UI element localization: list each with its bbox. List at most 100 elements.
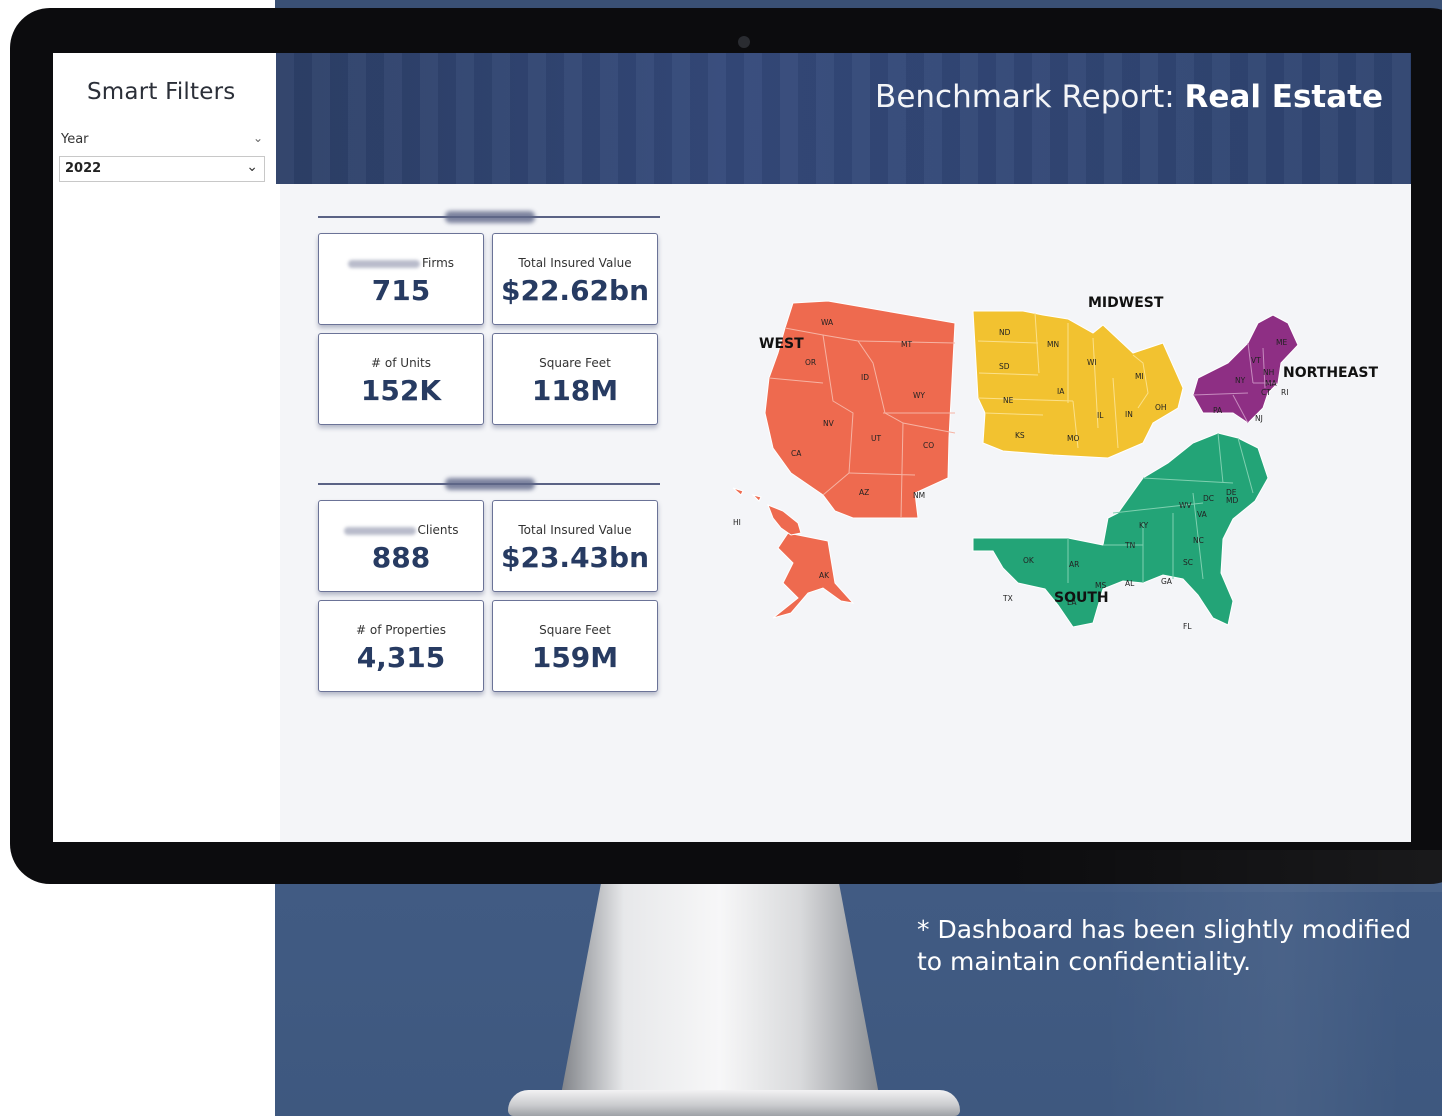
svg-text:MI: MI: [1135, 372, 1144, 381]
kpi-label: Total Insured Value: [518, 256, 632, 270]
kpi-value: $23.43bn: [500, 541, 650, 574]
kpi-label: Clients: [319, 523, 483, 537]
kpi-value: 152K: [360, 374, 442, 407]
page-title: Benchmark Report: Real Estate: [875, 79, 1383, 115]
svg-text:NH: NH: [1263, 368, 1274, 377]
svg-text:AZ: AZ: [859, 488, 869, 497]
svg-text:NY: NY: [1235, 376, 1246, 385]
svg-text:HI: HI: [733, 518, 741, 527]
svg-text:IL: IL: [1097, 411, 1104, 420]
kpi-value: 888: [371, 541, 431, 574]
svg-text:WY: WY: [913, 391, 925, 400]
region-midwest[interactable]: ND SD NE KS MN IA MO WI IL MI IN OH: [972, 310, 1184, 459]
svg-text:KS: KS: [1015, 431, 1025, 440]
svg-text:MS: MS: [1095, 581, 1106, 590]
kpi-value: $22.62bn: [500, 274, 650, 307]
kpi-card-clients: Clients 888: [318, 500, 484, 592]
kpi-card-properties: # of Properties 4,315: [318, 600, 484, 692]
kpi-label: # of Properties: [356, 623, 446, 637]
svg-text:NE: NE: [1003, 396, 1014, 405]
year-filter-label: Year: [61, 132, 89, 147]
svg-text:SC: SC: [1183, 558, 1193, 567]
svg-text:PA: PA: [1213, 406, 1223, 415]
disclaimer-text: * Dashboard has been slightly modified t…: [917, 915, 1412, 976]
svg-text:MD: MD: [1226, 496, 1238, 505]
redacted-text: [343, 526, 416, 535]
svg-text:AL: AL: [1125, 579, 1135, 588]
chevron-down-icon[interactable]: ⌄: [253, 131, 263, 145]
kpi-card-total-insured-value: Total Insured Value $23.43bn: [492, 500, 658, 592]
svg-text:IA: IA: [1057, 387, 1065, 396]
svg-text:IN: IN: [1125, 410, 1133, 419]
svg-text:MN: MN: [1047, 340, 1059, 349]
svg-text:MO: MO: [1067, 434, 1079, 443]
monitor-shine: [1000, 850, 1442, 892]
svg-text:OK: OK: [1023, 556, 1035, 565]
svg-text:TN: TN: [1124, 541, 1135, 550]
page-title-prefix: Benchmark Report:: [875, 79, 1185, 115]
header-banner: Benchmark Report: Real Estate: [276, 53, 1411, 184]
us-regions-map[interactable]: WA OR CA MT ID WY NV UT CO AZ NM AK HI N…: [673, 283, 1411, 643]
svg-text:AR: AR: [1069, 560, 1079, 569]
kpi-card-firms: Firms 715: [318, 233, 484, 325]
svg-text:OR: OR: [805, 358, 816, 367]
kpi-label: Square Feet: [539, 623, 611, 637]
svg-text:WA: WA: [821, 318, 834, 327]
dashboard-screen: Smart Filters Year ⌄ 2022 ⌄ Benchmark Re…: [53, 53, 1411, 842]
kpi-card-units: # of Units 152K: [318, 333, 484, 425]
habitational-group-label-redacted: [445, 211, 535, 223]
monitor-stand-base: [508, 1090, 960, 1116]
svg-text:ND: ND: [999, 328, 1011, 337]
kpi-value: 715: [371, 274, 431, 307]
svg-text:MT: MT: [901, 340, 912, 349]
region-south[interactable]: OK TX AR LA MS AL GA TN KY WV VA DC DE M…: [972, 432, 1269, 631]
svg-text:VA: VA: [1197, 510, 1208, 519]
kpi-label: Firms: [319, 256, 483, 270]
page-title-bold: Real Estate: [1184, 79, 1383, 115]
svg-text:NV: NV: [823, 419, 835, 428]
chevron-down-icon: ⌄: [246, 159, 258, 175]
svg-text:CT: CT: [1261, 388, 1271, 397]
svg-text:CO: CO: [923, 441, 934, 450]
kpi-label: # of Units: [371, 356, 431, 370]
svg-text:TX: TX: [1002, 594, 1013, 603]
kpi-value: 118M: [531, 374, 619, 407]
kpi-card-total-insured-value: Total Insured Value $22.62bn: [492, 233, 658, 325]
region-label-south: SOUTH: [1054, 590, 1109, 606]
svg-text:NC: NC: [1193, 536, 1204, 545]
svg-text:FL: FL: [1183, 622, 1192, 631]
kpi-value: 4,315: [356, 641, 446, 674]
region-label-midwest: MIDWEST: [1088, 295, 1164, 311]
svg-text:AK: AK: [819, 571, 830, 580]
svg-text:NJ: NJ: [1255, 414, 1263, 423]
kpi-label: Square Feet: [539, 356, 611, 370]
svg-text:KY: KY: [1139, 521, 1149, 530]
kpi-card-square-feet: Square Feet 118M: [492, 333, 658, 425]
region-label-west: WEST: [759, 336, 804, 352]
svg-text:DC: DC: [1203, 494, 1214, 503]
kpi-card-square-feet: Square Feet 159M: [492, 600, 658, 692]
redacted-text: [347, 259, 420, 268]
svg-text:WV: WV: [1179, 501, 1192, 510]
year-dropdown[interactable]: 2022 ⌄: [59, 156, 265, 182]
svg-text:WI: WI: [1087, 358, 1097, 367]
svg-text:ID: ID: [861, 373, 869, 382]
commercial-group-label-redacted: [445, 478, 535, 490]
svg-text:CA: CA: [791, 449, 802, 458]
svg-text:UT: UT: [871, 434, 881, 443]
region-label-northeast: NORTHEAST: [1283, 365, 1379, 381]
svg-text:ME: ME: [1276, 338, 1287, 347]
sidebar-title: Smart Filters: [87, 79, 236, 105]
camera-icon: [738, 36, 750, 48]
kpi-label: Total Insured Value: [518, 523, 632, 537]
svg-text:GA: GA: [1161, 577, 1173, 586]
year-dropdown-value: 2022: [65, 161, 102, 176]
kpi-value: 159M: [531, 641, 619, 674]
monitor-stand: [560, 880, 880, 1100]
svg-text:RI: RI: [1281, 388, 1288, 397]
filter-sidebar: Smart Filters Year ⌄ 2022 ⌄: [53, 53, 280, 842]
svg-text:MA: MA: [1265, 379, 1277, 388]
svg-text:SD: SD: [999, 362, 1010, 371]
svg-text:NM: NM: [913, 491, 925, 500]
svg-text:OH: OH: [1155, 403, 1167, 412]
